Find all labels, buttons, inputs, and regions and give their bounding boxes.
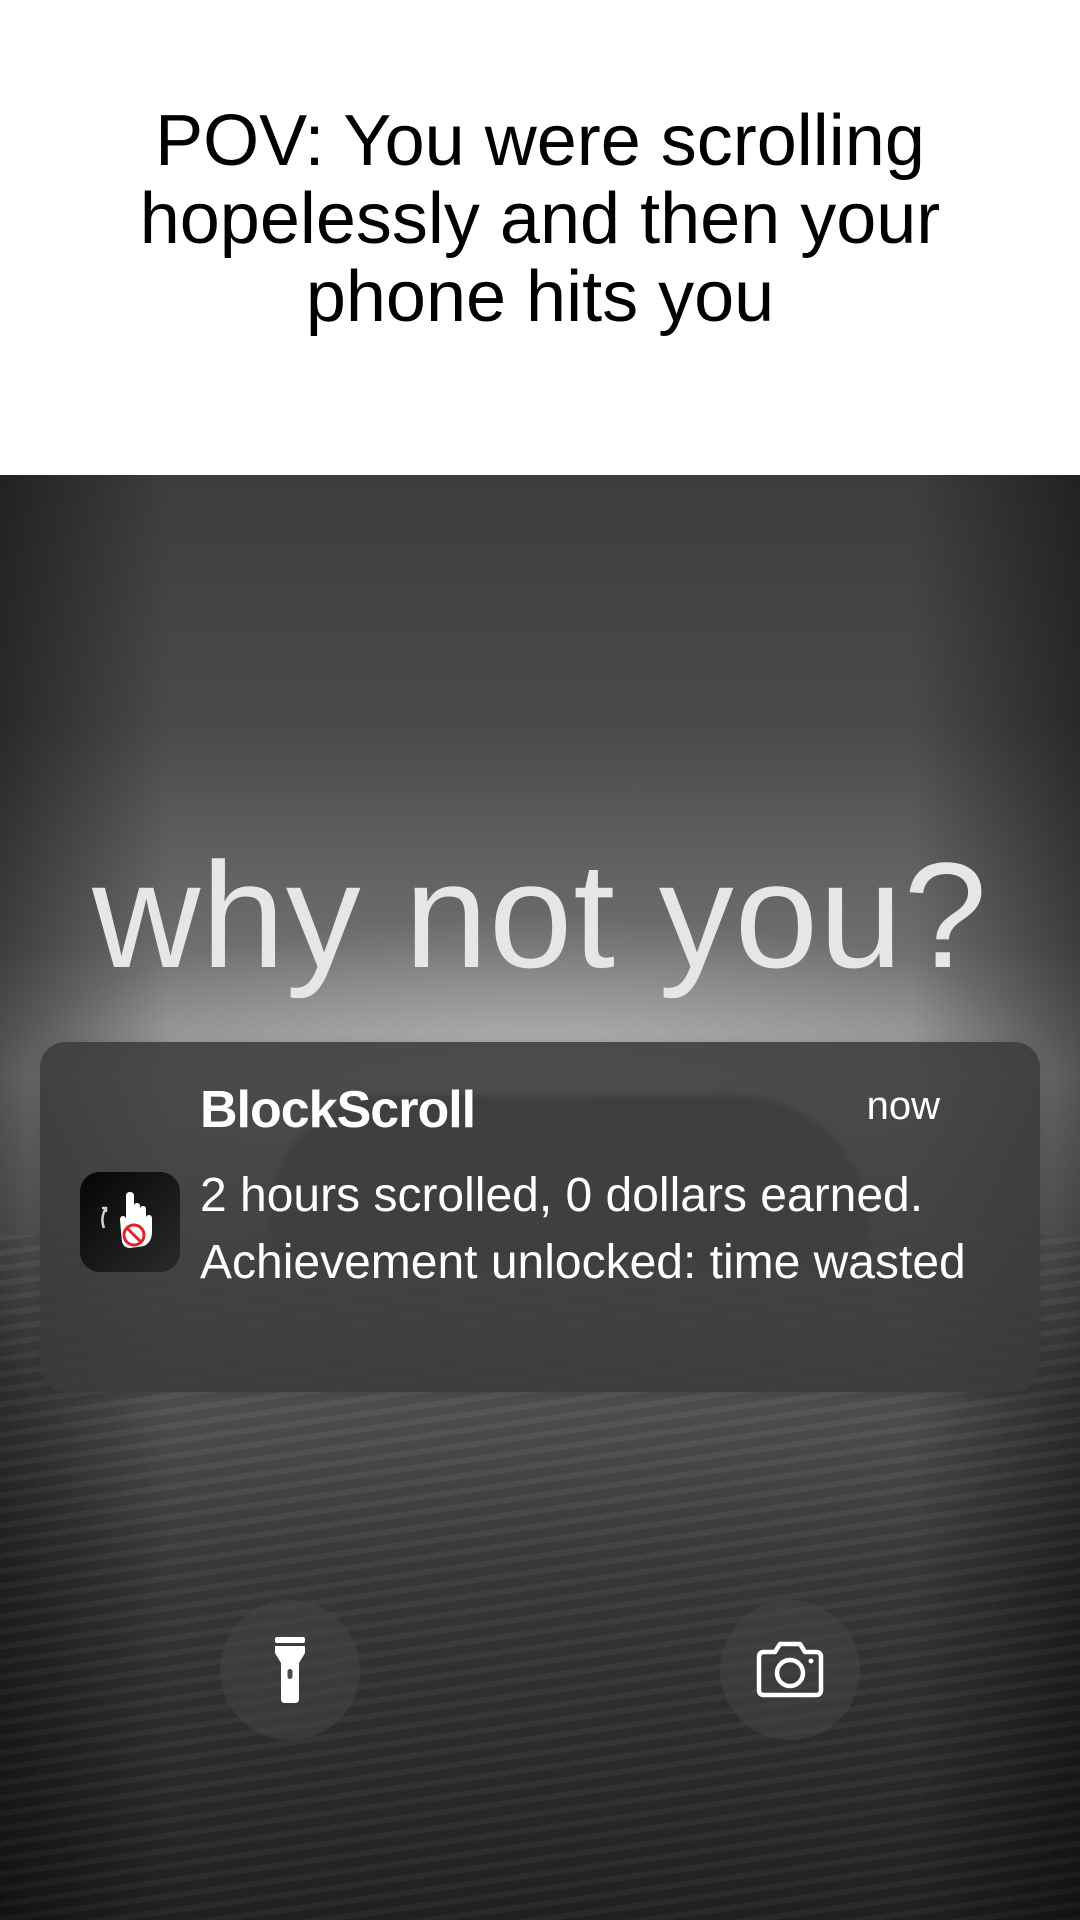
hand-blocked-icon	[80, 1172, 180, 1272]
camera-icon	[756, 1641, 824, 1698]
camera-button[interactable]	[720, 1600, 860, 1740]
flashlight-icon	[275, 1637, 305, 1703]
notification-card[interactable]: BlockScroll now 2 hours scrolled, 0 doll…	[40, 1042, 1040, 1392]
notification-message: 2 hours scrolled, 0 dollars earned. Achi…	[200, 1169, 966, 1289]
wallpaper-headline: why not you?	[92, 831, 988, 999]
caption-text: POV: You were scrolling hopelessly and t…	[139, 100, 941, 337]
flashlight-button[interactable]	[220, 1600, 360, 1740]
lockscreen: why not you? BlockScroll now 2 hours scr…	[0, 475, 1080, 1920]
notification-app-name: BlockScroll	[200, 1081, 476, 1139]
caption-area: POV: You were scrolling hopelessly and t…	[0, 0, 1080, 475]
notification-time: now	[866, 1084, 940, 1128]
